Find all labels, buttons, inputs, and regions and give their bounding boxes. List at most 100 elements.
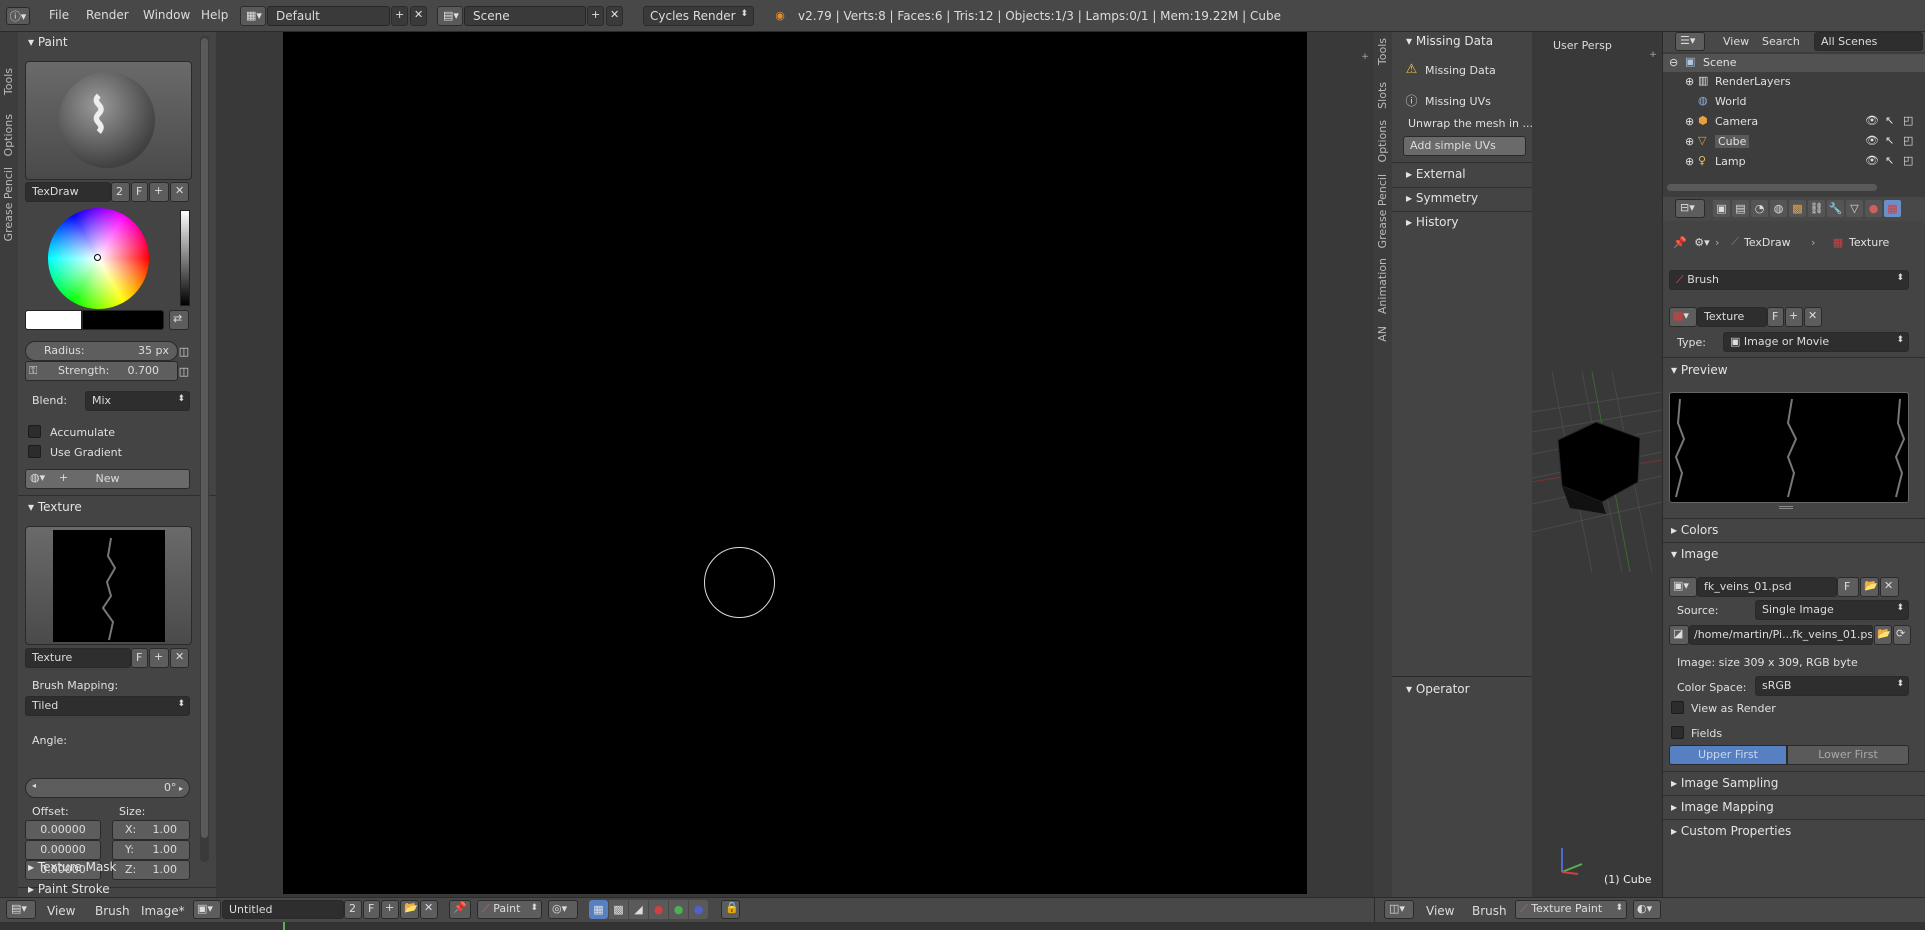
texture-preview[interactable] (25, 526, 192, 645)
pivot-icon[interactable]: ◎▾ (548, 900, 578, 919)
fields-checkbox[interactable] (1671, 726, 1684, 739)
pin-image-icon[interactable]: 📌 (449, 900, 471, 919)
menu-window[interactable]: Window (143, 8, 190, 22)
image-name-field[interactable]: Untitled (222, 900, 344, 919)
image-header[interactable]: ▾ Image (1671, 547, 1718, 561)
lower-first-button[interactable]: Lower First (1787, 745, 1909, 765)
menu-brush[interactable]: Brush (95, 904, 130, 918)
modifiers-tab-icon[interactable]: 🔧 (1827, 200, 1844, 217)
add-texture-icon[interactable]: + (1785, 307, 1803, 327)
missing-data-header[interactable]: ▾ Missing Data (1406, 34, 1493, 48)
editor-type-icon[interactable]: ◫▾ (1384, 900, 1414, 919)
all-scenes-select[interactable]: All Scenes (1814, 32, 1923, 51)
outliner-row-scene[interactable]: ⊖ ▣ Scene (1663, 54, 1925, 72)
viewport-3d[interactable]: User Persp (1) Cube + (1532, 32, 1662, 897)
texture-tab-icon[interactable]: ▦ (1884, 200, 1901, 217)
tab-grease-pencil[interactable]: Grease Pencil (1376, 174, 1389, 248)
unlink-image-icon[interactable]: ✕ (1880, 577, 1899, 597)
size-z-field[interactable]: Z: 1.00 (112, 860, 190, 880)
texture-fake-user[interactable]: F (131, 648, 148, 668)
lock-icon[interactable]: 🔒 (721, 900, 740, 919)
brush-mapping-select[interactable]: Tiled ⬍ (25, 696, 190, 716)
swap-colors-icon[interactable]: ⇄ (169, 310, 189, 330)
menu-view[interactable]: View (47, 904, 75, 918)
menu-file[interactable]: File (49, 8, 69, 22)
texture-name-field[interactable]: Texture (1697, 307, 1767, 327)
paint-canvas[interactable] (283, 32, 1307, 894)
layers-tab-icon[interactable]: ▤ (1732, 200, 1749, 217)
alpha-icon[interactable]: ◢ (629, 900, 648, 919)
add-simple-uvs-button[interactable]: Add simple UVs (1403, 136, 1526, 156)
layout-field[interactable]: Default (267, 6, 390, 26)
image-fake-user[interactable]: F (1837, 577, 1859, 597)
radius-pressure-icon[interactable]: ◫ (178, 341, 190, 361)
custom-properties-header[interactable]: ▸ Custom Properties (1671, 824, 1791, 838)
brush-users[interactable]: 2 (111, 182, 130, 202)
size-y-field[interactable]: Y: 1.00 (112, 840, 190, 860)
blue-channel-icon[interactable]: ● (689, 900, 708, 919)
tab-animation[interactable]: Animation (1376, 258, 1389, 314)
texture-mask-header[interactable]: ▸ Texture Mask (28, 860, 117, 874)
menu-view-3d[interactable]: View (1426, 904, 1454, 918)
tool-panel-scrollbar[interactable] (200, 36, 209, 862)
select-cursor-icon[interactable]: ↖ (1885, 154, 1894, 167)
tab-tools[interactable]: Tools (2, 68, 15, 95)
render-camera-icon[interactable]: ◰ (1903, 134, 1913, 147)
unlink-texture-icon[interactable]: ✕ (170, 648, 189, 668)
editor-type-icon[interactable]: ▤▾ (6, 900, 36, 919)
size-x-field[interactable]: X: 1.00 (112, 820, 190, 840)
render-tab-icon[interactable]: ▣ (1713, 200, 1730, 217)
scene-icon[interactable]: ▤▾ (437, 6, 463, 26)
image-browse-icon[interactable]: ▣▾ (1669, 577, 1697, 597)
render-camera-icon[interactable]: ◰ (1903, 114, 1913, 127)
view-as-render-checkbox[interactable] (1671, 701, 1684, 714)
checker-icon[interactable]: ▩ (609, 900, 628, 919)
accumulate-checkbox[interactable] (28, 425, 41, 438)
object-tab-icon[interactable]: ▩ (1789, 200, 1806, 217)
unlink-brush-icon[interactable]: ✕ (170, 182, 189, 202)
outliner-row-cube[interactable]: ⊕ ▽ Cube 👁 ↖ ◰ (1663, 133, 1925, 151)
expand-icon[interactable]: ⊕ (1685, 135, 1694, 148)
open-image-icon[interactable]: 📂 (400, 900, 419, 919)
image-mapping-header[interactable]: ▸ Image Mapping (1671, 800, 1774, 814)
unlink-texture-icon[interactable]: ✕ (1804, 307, 1822, 327)
radius-slider[interactable]: Radius: 35 px (25, 341, 178, 361)
image-sampling-header[interactable]: ▸ Image Sampling (1671, 776, 1778, 790)
reload-image-icon[interactable]: ⟳ (1893, 625, 1911, 645)
symmetry-header[interactable]: ▸ Symmetry (1406, 191, 1478, 205)
strength-pressure-icon[interactable]: ◫ (178, 361, 190, 381)
upper-first-button[interactable]: Upper First (1669, 745, 1787, 765)
tab-slots[interactable]: Slots (1376, 82, 1389, 109)
browse-file-icon[interactable]: 📂 (1874, 625, 1892, 645)
paint-panel-header[interactable]: ▾ Paint (28, 35, 68, 49)
secondary-color-swatch[interactable] (82, 310, 164, 330)
add-layout-icon[interactable]: + (391, 6, 408, 26)
color-space-select[interactable]: sRGB ⬍ (1755, 676, 1909, 696)
green-channel-icon[interactable]: ● (669, 900, 688, 919)
outliner-view-menu[interactable]: View (1723, 35, 1749, 48)
image-browse-icon[interactable]: ▣▾ (193, 900, 221, 919)
type-select[interactable]: ▣ Image or Movie ⬍ (1723, 332, 1909, 352)
select-cursor-icon[interactable]: ↖ (1885, 114, 1894, 127)
tab-tools[interactable]: Tools (1376, 38, 1389, 65)
visibility-eye-icon[interactable]: 👁 (1865, 154, 1879, 167)
outliner-row-renderlayers[interactable]: ⊕ ▥ RenderLayers (1663, 73, 1925, 91)
editor-type-icon[interactable]: ⊟▾ (1675, 199, 1705, 218)
menu-render[interactable]: Render (86, 8, 129, 22)
tab-grease-pencil[interactable]: Grease Pencil (2, 167, 15, 241)
add-texture-icon[interactable]: + (149, 648, 169, 668)
menu-help[interactable]: Help (201, 8, 228, 22)
source-select[interactable]: Single Image ⬍ (1755, 600, 1909, 620)
close-layout-icon[interactable]: ✕ (410, 6, 427, 26)
brush-name-field[interactable]: TexDraw (25, 182, 111, 202)
offset-x-field[interactable]: 0.00000 (25, 820, 101, 840)
history-header[interactable]: ▸ History (1406, 215, 1459, 229)
color-picker-cursor[interactable] (94, 254, 101, 261)
angle-field[interactable]: ◂ 0° ▸ (25, 778, 190, 798)
add-image-icon[interactable]: + (381, 900, 399, 919)
value-slider[interactable] (180, 210, 190, 306)
expand-icon[interactable]: ⊕ (1685, 155, 1694, 168)
texture-panel-header[interactable]: ▾ Texture (28, 500, 82, 514)
brush-context-icon[interactable]: ⚙▾ (1693, 235, 1711, 249)
unlink-image-icon[interactable]: ✕ (420, 900, 438, 919)
